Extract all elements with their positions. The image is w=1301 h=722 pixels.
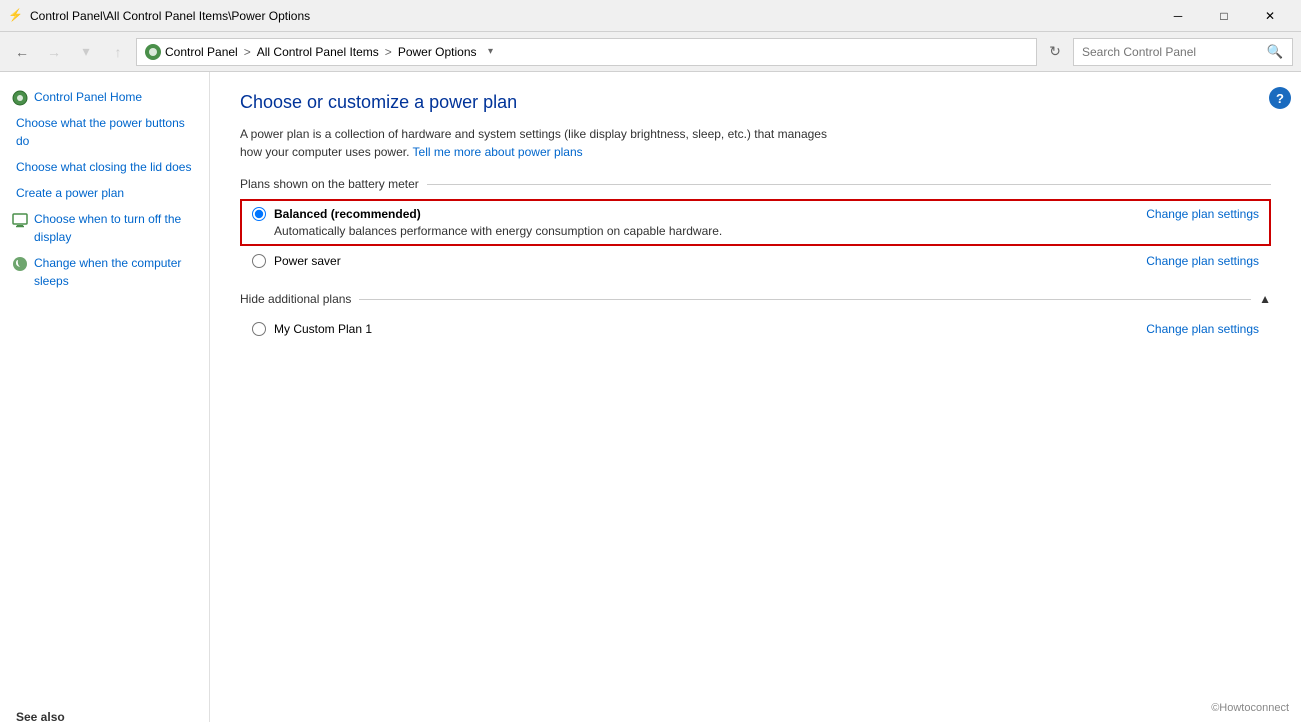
search-input[interactable] <box>1082 45 1262 59</box>
plan-item-custom[interactable]: My Custom Plan 1 Change plan settings <box>240 314 1271 344</box>
plan-row-custom: My Custom Plan 1 Change plan settings <box>252 322 1259 336</box>
plan-name-balanced: Balanced (recommended) <box>274 207 421 221</box>
main-layout: Control Panel Home Choose what the power… <box>0 72 1301 722</box>
app-icon: ⚡ <box>8 8 24 24</box>
chevron-up-icon[interactable]: ▲ <box>1259 292 1271 306</box>
breadcrumb-sep1: > <box>244 45 251 59</box>
plan-settings-link-balanced[interactable]: Change plan settings <box>1146 207 1259 221</box>
hide-additional-section: Hide additional plans ▲ My Custom Plan 1… <box>240 292 1271 344</box>
up-button[interactable]: ↑ <box>104 38 132 66</box>
address-bar: ← → ▾ ↑ Control Panel > All Control Pane… <box>0 32 1301 72</box>
refresh-button[interactable]: ↻ <box>1041 38 1069 66</box>
breadcrumb-sep2: > <box>385 45 392 59</box>
plans-divider <box>427 184 1271 185</box>
plans-header-label: Plans shown on the battery meter <box>240 177 419 191</box>
monitor-icon <box>12 212 28 228</box>
control-panel-icon <box>12 90 28 106</box>
sidebar-item-turn-off-display[interactable]: Choose when to turn off the display <box>34 210 197 246</box>
copyright-text: ©Howtoconnect <box>1211 702 1289 714</box>
window-controls: ─ □ ✕ <box>1155 0 1293 32</box>
breadcrumb-part2[interactable]: All Control Panel Items <box>257 45 379 59</box>
plans-section: Plans shown on the battery meter Balance… <box>240 177 1271 276</box>
hide-section-header: Hide additional plans ▲ <box>240 292 1271 306</box>
sidebar-item-create-plan[interactable]: Create a power plan <box>0 180 209 206</box>
breadcrumb-current: Power Options <box>398 45 477 59</box>
see-also-label: See also <box>0 694 209 722</box>
plan-radio-power-saver[interactable] <box>252 254 266 268</box>
description-text: A power plan is a collection of hardware… <box>240 125 840 161</box>
minimize-button[interactable]: ─ <box>1155 0 1201 32</box>
down-button[interactable]: ▾ <box>72 38 100 66</box>
sidebar-item-change-sleep[interactable]: Change when the computer sleeps <box>34 254 197 290</box>
plan-radio-balanced[interactable] <box>252 207 266 221</box>
plan-item-balanced[interactable]: Balanced (recommended) Change plan setti… <box>240 199 1271 246</box>
content-area: ? Choose or customize a power plan A pow… <box>210 72 1301 722</box>
sidebar-item-power-buttons[interactable]: Choose what the power buttons do <box>0 110 209 154</box>
hide-divider <box>359 299 1251 300</box>
title-bar-text: Control Panel\All Control Panel Items\Po… <box>30 9 310 23</box>
forward-button[interactable]: → <box>40 38 68 66</box>
plan-settings-link-power-saver[interactable]: Change plan settings <box>1146 254 1259 268</box>
address-icon <box>145 44 161 60</box>
plan-label-balanced[interactable]: Balanced (recommended) <box>252 207 421 221</box>
plan-row-balanced: Balanced (recommended) Change plan setti… <box>252 207 1259 221</box>
plan-name-custom: My Custom Plan 1 <box>274 322 372 336</box>
plan-desc-balanced: Automatically balances performance with … <box>252 224 1259 238</box>
plans-section-header: Plans shown on the battery meter <box>240 177 1271 191</box>
hide-label: Hide additional plans <box>240 292 351 306</box>
address-box[interactable]: Control Panel > All Control Panel Items … <box>136 38 1037 66</box>
sidebar-home-link[interactable]: Control Panel Home <box>34 88 142 106</box>
plan-name-power-saver: Power saver <box>274 254 341 268</box>
help-icon[interactable]: ? <box>1269 87 1291 109</box>
maximize-button[interactable]: □ <box>1201 0 1247 32</box>
back-button[interactable]: ← <box>8 38 36 66</box>
close-button[interactable]: ✕ <box>1247 0 1293 32</box>
page-title: Choose or customize a power plan <box>240 92 1271 113</box>
sidebar-item-closing-lid[interactable]: Choose what closing the lid does <box>0 154 209 180</box>
sidebar: Control Panel Home Choose what the power… <box>0 72 210 722</box>
plan-label-power-saver[interactable]: Power saver <box>252 254 341 268</box>
search-icon-button[interactable]: 🔍 <box>1266 42 1284 62</box>
plan-settings-link-custom[interactable]: Change plan settings <box>1146 322 1259 336</box>
plan-radio-custom[interactable] <box>252 322 266 336</box>
sleep-icon <box>12 256 28 272</box>
address-dropdown-button[interactable]: ▾ <box>481 38 501 66</box>
plan-item-power-saver[interactable]: Power saver Change plan settings <box>240 246 1271 276</box>
search-box[interactable]: 🔍 <box>1073 38 1293 66</box>
title-bar: ⚡ Control Panel\All Control Panel Items\… <box>0 0 1301 32</box>
learn-more-link[interactable]: Tell me more about power plans <box>413 145 583 159</box>
plan-label-custom[interactable]: My Custom Plan 1 <box>252 322 372 336</box>
breadcrumb-part1[interactable]: Control Panel <box>165 45 238 59</box>
plan-row-power-saver: Power saver Change plan settings <box>252 254 1259 268</box>
